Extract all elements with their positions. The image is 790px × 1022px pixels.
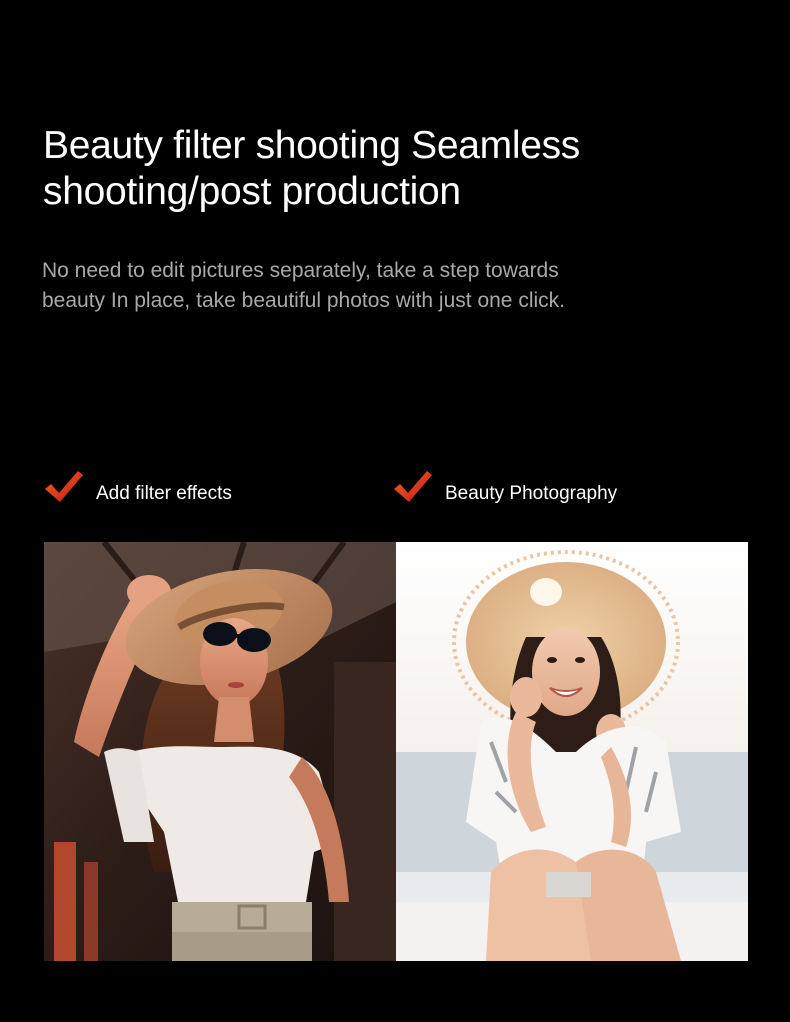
page-description: No need to edit pictures separately, tak… xyxy=(42,256,742,316)
photo-image xyxy=(396,542,748,961)
feature-label: Beauty Photography xyxy=(445,483,618,504)
checkmark-icon xyxy=(394,471,432,502)
headline-line-1: Beauty filter shooting Seamless xyxy=(43,124,580,167)
feature-beauty-photography: Beauty Photography xyxy=(393,466,617,506)
checkmark-icon xyxy=(45,471,83,502)
headline-line-2: shooting/post production xyxy=(43,170,461,213)
description-line-1: No need to edit pictures separately, tak… xyxy=(42,259,559,282)
photo-beauty-photography xyxy=(396,542,748,961)
feature-add-filter-effects: Add filter effects xyxy=(44,466,232,506)
description-line-2: beauty In place, take beautiful photos w… xyxy=(42,289,565,312)
page-headline: Beauty filter shooting Seamless shooting… xyxy=(43,123,723,215)
feature-label: Add filter effects xyxy=(96,483,232,504)
photo-filter-effect xyxy=(44,542,396,961)
photo-image xyxy=(44,542,396,961)
photo-comparison xyxy=(44,542,748,961)
